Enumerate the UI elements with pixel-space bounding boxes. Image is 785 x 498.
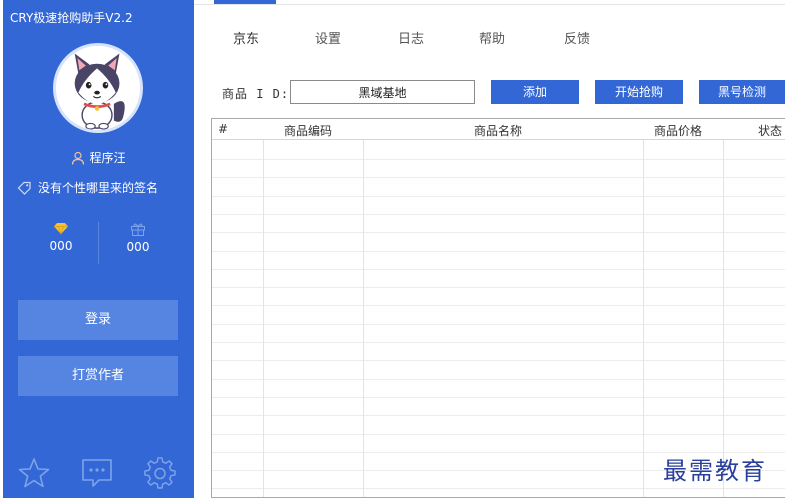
gear-icon[interactable] [143, 456, 177, 490]
stat-diamonds: 000 [31, 222, 91, 253]
table-row [212, 488, 785, 489]
table-row [212, 360, 785, 361]
table-row [212, 379, 785, 380]
table-row [212, 214, 785, 215]
table-row [212, 342, 785, 343]
avatar[interactable] [53, 43, 143, 133]
watermark: 最需教育 [663, 457, 767, 485]
signature: 没有个性哪里来的签名 [38, 181, 159, 195]
product-table[interactable]: # 商品编码 商品名称 商品价格 状态 [211, 118, 785, 498]
tab-help[interactable]: 帮助 [479, 28, 505, 47]
table-row [212, 269, 785, 270]
top-divider [194, 4, 785, 5]
user-icon [72, 151, 85, 165]
blacklist-check-button[interactable]: 黑号检测 [699, 80, 785, 104]
column-divider [723, 119, 724, 497]
start-purchase-button[interactable]: 开始抢购 [595, 80, 683, 104]
table-row [212, 305, 785, 306]
stat-gifts-value: 000 [126, 240, 150, 254]
table-row [212, 177, 785, 178]
tab-feedback[interactable]: 反馈 [564, 28, 590, 47]
column-divider [263, 119, 264, 497]
column-header-code[interactable]: 商品编码 [284, 122, 332, 139]
app-window: CRY极速抢购助手V2.2 程序汪 没有个性哪里来的签名 000 000 登录 … [0, 0, 785, 498]
product-id-input[interactable] [290, 80, 475, 104]
stat-diamonds-value: 000 [49, 239, 73, 253]
table-header: # 商品编码 商品名称 商品价格 状态 [212, 119, 785, 140]
husky-avatar-image [56, 46, 140, 130]
table-row [212, 324, 785, 325]
add-button[interactable]: 添加 [491, 80, 579, 104]
table-row [212, 434, 785, 435]
username: 程序汪 [89, 151, 126, 165]
stat-gifts: 000 [108, 222, 168, 254]
table-row [212, 415, 785, 416]
table-row [212, 397, 785, 398]
stat-divider [98, 222, 99, 264]
username-row: 程序汪 [3, 149, 194, 166]
column-divider [643, 119, 644, 497]
column-header-status[interactable]: 状态 [758, 122, 782, 139]
column-header-name[interactable]: 商品名称 [474, 122, 522, 139]
table-row [212, 196, 785, 197]
column-header-index[interactable]: # [218, 122, 228, 136]
table-row [212, 232, 785, 233]
column-divider [363, 119, 364, 497]
gift-icon [131, 223, 145, 236]
table-row [212, 159, 785, 160]
star-icon[interactable] [17, 456, 51, 490]
tab-settings[interactable]: 设置 [315, 28, 341, 47]
sidebar: CRY极速抢购助手V2.2 程序汪 没有个性哪里来的签名 000 000 登录 … [3, 0, 194, 498]
signature-row: 没有个性哪里来的签名 [17, 179, 158, 196]
diamond-icon [54, 223, 68, 235]
tag-icon [17, 181, 31, 195]
table-row [212, 251, 785, 252]
tip-author-button[interactable]: 打赏作者 [18, 356, 178, 396]
column-header-price[interactable]: 商品价格 [654, 122, 702, 139]
app-title: CRY极速抢购助手V2.2 [10, 11, 133, 25]
tab-log[interactable]: 日志 [398, 28, 424, 47]
product-id-label: 商品 I D: [222, 87, 290, 101]
chat-icon[interactable] [79, 456, 115, 490]
login-button[interactable]: 登录 [18, 300, 178, 340]
tab-jd[interactable]: 京东 [233, 28, 259, 47]
table-row [212, 287, 785, 288]
